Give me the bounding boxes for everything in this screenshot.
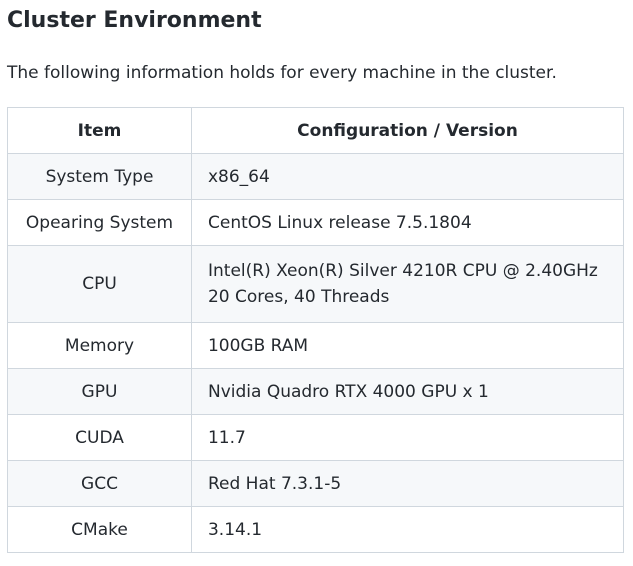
intro-paragraph: The following information holds for ever… [7, 63, 557, 83]
row-value-line: 100GB RAM [207, 335, 309, 356]
table-row: GPU Nvidia Quadro RTX 4000 GPU x 1 [7, 368, 625, 415]
row-value-line: CentOS Linux release 7.5.1804 [207, 212, 472, 233]
row-value-line: Intel(R) Xeon(R) Silver 4210R CPU @ 2.40… [207, 261, 598, 281]
table-row: System Type x86_64 [7, 153, 625, 200]
row-value-line: Red Hat 7.3.1-5 [207, 473, 342, 494]
row-item-label: GPU [7, 368, 192, 415]
row-value-line: x86_64 [207, 166, 270, 187]
row-value: CentOS Linux release 7.5.1804 [190, 199, 625, 246]
row-value: Intel(R) Xeon(R) Silver 4210R CPU @ 2.40… [190, 245, 625, 323]
table-row: CUDA 11.7 [7, 414, 625, 461]
row-value: 11.7 [190, 414, 625, 461]
row-item-label: CPU [7, 245, 192, 323]
row-item-label: GCC [7, 460, 192, 507]
table-row: Memory 100GB RAM [7, 322, 625, 369]
row-value-line: 11.7 [207, 427, 246, 448]
table-row: GCC Red Hat 7.3.1-5 [7, 460, 625, 507]
row-item-label: System Type [7, 153, 192, 200]
column-header-configuration: Configuration / Version [190, 107, 625, 154]
row-item-label: CUDA [7, 414, 192, 461]
row-value: Nvidia Quadro RTX 4000 GPU x 1 [190, 368, 625, 415]
environment-table: Item Configuration / Version System Type… [7, 107, 625, 553]
row-value-line: 3.14.1 [207, 519, 263, 540]
page: Cluster Environment The following inform… [0, 0, 633, 566]
row-value: x86_64 [190, 153, 625, 200]
row-item-label: Memory [7, 322, 192, 369]
table-row: Opearing System CentOS Linux release 7.5… [7, 199, 625, 246]
row-value: 100GB RAM [190, 322, 625, 369]
row-item-label: CMake [7, 506, 192, 553]
row-value: 3.14.1 [190, 506, 625, 553]
row-value: Red Hat 7.3.1-5 [190, 460, 625, 507]
row-value-line: Nvidia Quadro RTX 4000 GPU x 1 [207, 381, 489, 402]
row-value-line: 20 Cores, 40 Threads [207, 287, 390, 307]
section-heading: Cluster Environment [7, 8, 262, 33]
column-header-item: Item [7, 107, 192, 154]
row-item-label: Opearing System [7, 199, 192, 246]
table-row: CPU Intel(R) Xeon(R) Silver 4210R CPU @ … [7, 245, 625, 323]
table-row: CMake 3.14.1 [7, 506, 625, 553]
table-header-row: Item Configuration / Version [7, 107, 625, 154]
